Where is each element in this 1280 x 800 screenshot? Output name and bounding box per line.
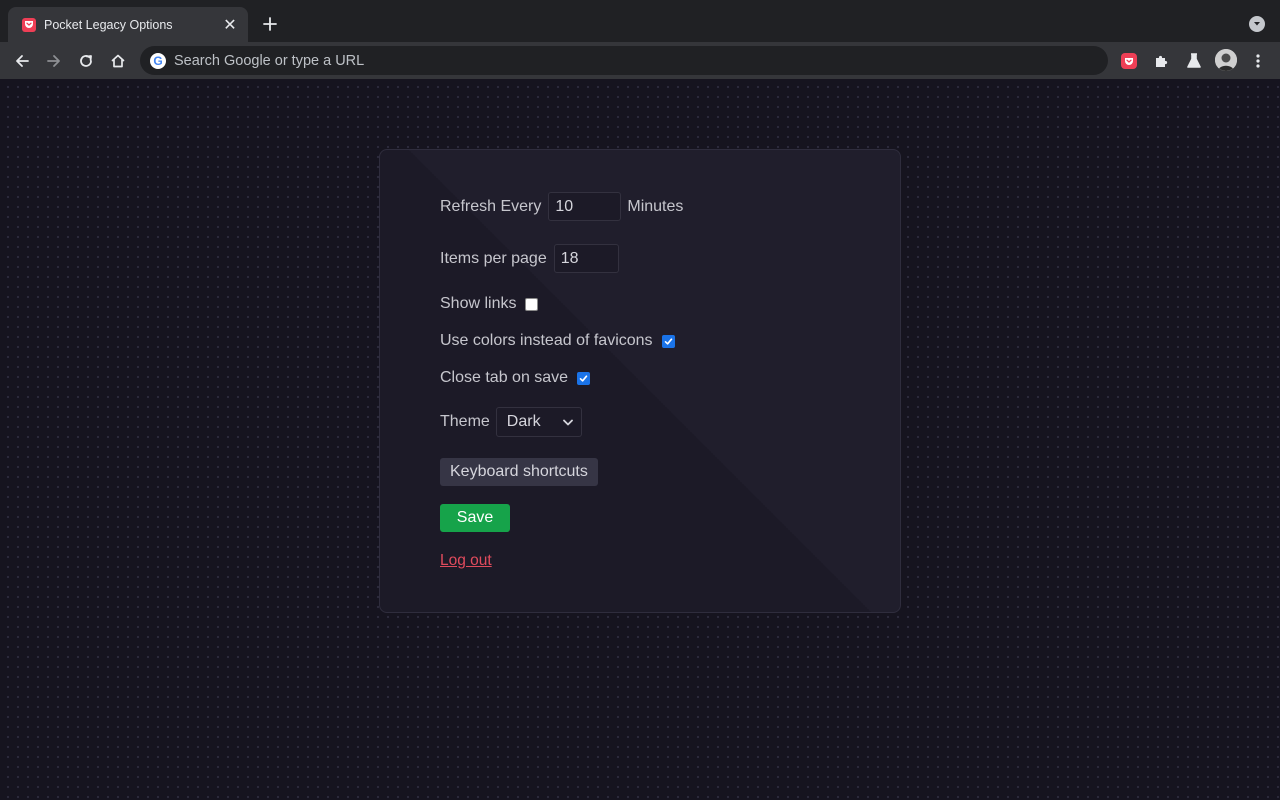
browser-menu-button[interactable]	[1244, 47, 1272, 75]
forward-button[interactable]	[40, 47, 68, 75]
pocket-icon	[1125, 57, 1133, 65]
keyboard-shortcuts-button[interactable]: Keyboard shortcuts	[440, 458, 598, 486]
plus-icon	[263, 17, 277, 31]
chevron-down-icon	[562, 419, 573, 425]
back-arrow-icon	[16, 55, 29, 67]
refresh-interval-input[interactable]	[548, 192, 622, 221]
new-tab-button[interactable]	[258, 12, 282, 36]
address-bar[interactable]: G	[140, 46, 1108, 75]
items-per-page-row: Items per page	[440, 244, 619, 273]
show-links-row: Show links	[440, 295, 539, 313]
back-button[interactable]	[8, 47, 36, 75]
tab-title: Pocket Legacy Options	[44, 17, 173, 32]
use-colors-label: Use colors instead of favicons	[440, 332, 653, 349]
close-tab-label: Close tab on save	[440, 369, 569, 386]
tab-pocket-options[interactable]: Pocket Legacy Options ✕	[8, 7, 248, 42]
extensions-button[interactable]	[1148, 47, 1176, 75]
flask-icon	[1187, 53, 1201, 68]
labs-button[interactable]	[1180, 47, 1208, 75]
show-links-label: Show links	[440, 295, 517, 312]
check-icon	[664, 337, 672, 345]
check-icon	[579, 374, 588, 382]
close-tab-checkbox[interactable]	[577, 371, 591, 385]
reload-icon	[80, 55, 92, 67]
pocket-extension-button[interactable]	[1121, 53, 1137, 69]
close-icon[interactable]: ✕	[220, 15, 240, 35]
kebab-menu-icon	[1256, 54, 1260, 68]
refresh-label: Refresh Every	[440, 197, 542, 215]
refresh-unit-label: Minutes	[627, 197, 684, 215]
theme-select[interactable]: Dark	[495, 407, 582, 437]
tab-strip: Pocket Legacy Options ✕	[0, 0, 1280, 42]
items-per-page-label: Items per page	[440, 249, 547, 267]
use-colors-row: Use colors instead of favicons	[440, 332, 675, 350]
theme-row: Theme Dark	[440, 407, 582, 437]
browser-toolbar: G	[0, 42, 1280, 79]
theme-value: Dark	[506, 413, 541, 430]
refresh-row: Refresh Every Minutes	[440, 192, 683, 221]
puzzle-icon	[1156, 55, 1168, 67]
theme-label: Theme	[440, 413, 490, 430]
options-page: Refresh Every Minutes Items per page Sho…	[0, 79, 1280, 800]
home-icon	[111, 54, 125, 68]
forward-arrow-icon	[47, 55, 60, 67]
address-input[interactable]	[174, 46, 1108, 75]
avatar[interactable]	[1215, 49, 1237, 71]
pocket-icon	[22, 17, 36, 32]
save-button[interactable]: Save	[440, 504, 510, 532]
logout-link[interactable]: Log out	[440, 552, 492, 570]
show-links-checkbox[interactable]	[525, 297, 539, 311]
use-colors-checkbox[interactable]	[661, 334, 675, 348]
options-card: Refresh Every Minutes Items per page Sho…	[379, 149, 901, 613]
reload-button[interactable]	[72, 47, 100, 75]
items-per-page-input[interactable]	[553, 244, 619, 273]
tab-search-button[interactable]	[1249, 16, 1265, 32]
profile-photo-icon	[1215, 49, 1237, 71]
google-icon: G	[150, 52, 166, 69]
home-button[interactable]	[104, 47, 132, 75]
close-tab-row: Close tab on save	[440, 369, 591, 387]
chevron-down-icon	[1254, 22, 1260, 26]
